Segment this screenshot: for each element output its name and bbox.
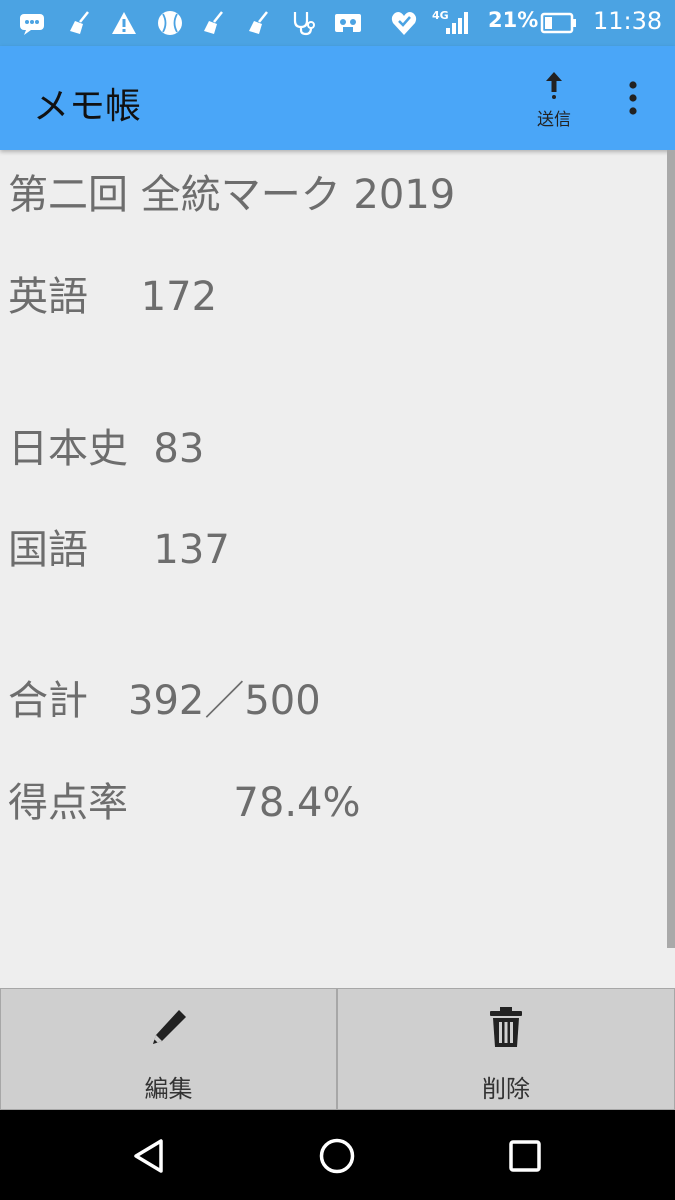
cassette-icon	[335, 14, 361, 32]
trash-icon	[490, 1007, 522, 1047]
clock: 11:38	[593, 7, 663, 35]
baseball-icon	[158, 11, 182, 35]
stethoscope-icon	[293, 12, 315, 36]
edit-label: 編集	[144, 1075, 193, 1103]
delete-label: 削除	[482, 1075, 530, 1103]
scrollbar[interactable]	[667, 150, 675, 948]
heart-shield-icon	[391, 12, 417, 35]
edit-button[interactable]: 編集	[0, 988, 337, 1110]
back-icon[interactable]	[131, 1137, 169, 1175]
app-bar: メモ帳 送信	[0, 46, 675, 150]
signal-icon	[446, 12, 468, 34]
app-title: メモ帳	[33, 86, 142, 127]
status-bar: 4G 21% 11:38	[0, 0, 675, 46]
memo-line-score-rate: 得点率 78.4%	[8, 780, 361, 826]
upload-arrow-icon	[546, 72, 562, 99]
memo-line-total: 合計 392／500	[8, 678, 321, 724]
home-icon[interactable]	[318, 1137, 356, 1175]
warning-icon	[112, 12, 136, 34]
memo-line-english: 英語 172	[8, 274, 218, 320]
overflow-menu-button[interactable]	[620, 80, 646, 116]
message-icon	[20, 14, 44, 35]
navigation-bar	[0, 1110, 675, 1200]
memo-line-title: 第二回 全統マーク 2019	[8, 172, 456, 218]
broom-icon	[249, 11, 268, 34]
broom-icon	[70, 11, 89, 34]
battery-icon	[540, 12, 576, 34]
more-vert-icon	[629, 81, 637, 115]
bottom-action-bar: 編集 削除	[0, 988, 675, 1110]
send-button[interactable]: 送信	[526, 68, 582, 130]
pencil-icon	[152, 1010, 186, 1044]
recents-icon[interactable]	[506, 1137, 544, 1175]
memo-line-japanese-history: 日本史 83	[8, 426, 205, 472]
broom-icon	[204, 11, 223, 34]
send-label: 送信	[537, 110, 571, 130]
battery-percent: 21%	[488, 8, 539, 32]
memo-content: 第二回 全統マーク 2019 英語 172 日本史 83 国語 137 合計 3…	[0, 150, 666, 988]
memo-line-japanese: 国語 137	[8, 527, 230, 573]
delete-button[interactable]: 削除	[337, 988, 675, 1110]
